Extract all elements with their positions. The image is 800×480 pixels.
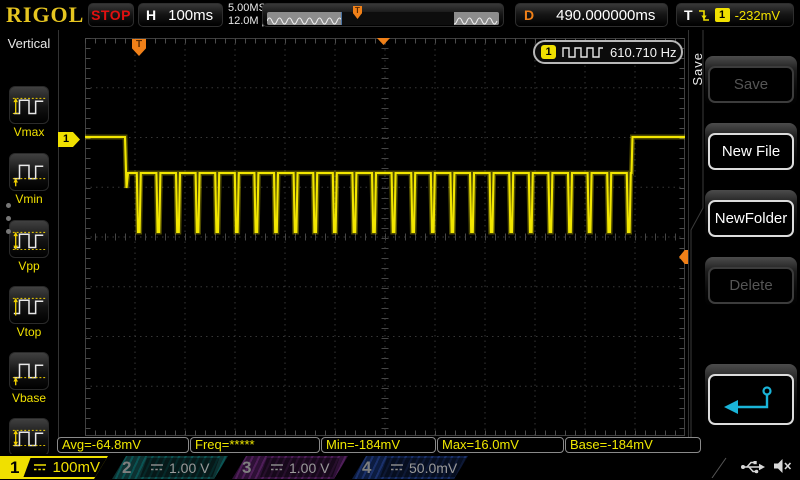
channel-status-bar: 1 100mV 2 1.00 V 3 — [0, 454, 800, 480]
vmax-pulse-icon — [9, 86, 49, 124]
trigger-source-badge: 1 — [715, 8, 730, 22]
run-state-indicator[interactable]: STOP — [88, 3, 134, 27]
dc-coupling-icon — [270, 463, 284, 472]
save-button[interactable]: Save — [705, 56, 797, 106]
delay-box: D 490.000000ms — [515, 3, 668, 27]
trigger-box: T 1 -232mV — [676, 3, 794, 27]
trigger-level-value: -232mV — [735, 8, 781, 23]
dc-coupling-icon — [390, 463, 404, 472]
measurement-max: Max=16.0mV — [437, 437, 564, 453]
oscilloscope-screen: RIGOL STOP H 100ms 5.00MSa/s 12.0M pts T… — [0, 0, 800, 480]
falling-edge-icon — [698, 8, 710, 23]
measure-item-vtop[interactable]: Vtop — [0, 286, 58, 339]
measure-label: Vpp — [0, 259, 58, 273]
graticule-grid — [85, 38, 685, 436]
save-menu: Save Save New File NewFolder Delete — [688, 30, 800, 452]
vamp-pulse-icon — [9, 418, 49, 456]
channel-1-tab[interactable]: 1 100mV — [0, 456, 108, 479]
channel-4-tab[interactable]: 4 50.0mV — [352, 456, 468, 479]
square-wave-icon — [562, 46, 604, 58]
measure-label: Vtop — [0, 325, 58, 339]
vtop-pulse-icon — [9, 286, 49, 324]
speaker-muted-icon — [773, 458, 792, 474]
trigger-label: T — [684, 7, 693, 23]
measure-item-vmax[interactable]: Vmax — [0, 86, 58, 139]
menu-page-dot — [6, 203, 11, 208]
horizontal-timebase-box: H 100ms — [138, 3, 223, 27]
frequency-counter-readout: 1 610.710 Hz — [533, 40, 683, 64]
channel-scale: 100mV — [52, 459, 100, 476]
channel-scale: 1.00 V — [169, 460, 209, 476]
measurement-base: Base=-184mV — [565, 437, 701, 453]
delay-value: 490.000000ms — [556, 7, 655, 24]
measure-item-vbase[interactable]: Vbase — [0, 352, 58, 405]
vertical-measure-menu: Vertical Vmax Vmin — [0, 30, 59, 452]
vpp-pulse-icon — [9, 220, 49, 258]
timebase-value: 100ms — [168, 7, 213, 24]
usb-icon — [740, 459, 765, 474]
dc-coupling-icon — [33, 463, 47, 472]
new-file-button[interactable]: New File — [705, 123, 797, 173]
rigol-logo: RIGOL — [6, 2, 84, 28]
dc-coupling-icon — [150, 463, 164, 472]
measure-label: Vbase — [0, 391, 58, 405]
waveform-display-area — [85, 38, 685, 436]
status-divider — [706, 456, 728, 478]
top-status-bar: RIGOL STOP H 100ms 5.00MSa/s 12.0M pts T… — [0, 0, 800, 30]
measurement-min: Min=-184mV — [321, 437, 436, 453]
measurement-freq: Freq=***** — [190, 437, 320, 453]
new-folder-button[interactable]: NewFolder — [705, 190, 797, 240]
delay-label: D — [524, 7, 534, 23]
menu-back-button[interactable] — [705, 364, 797, 428]
right-menu-title: Save — [690, 52, 704, 86]
channel1-ground-marker[interactable]: 1 — [58, 132, 80, 147]
menu-page-dot — [6, 216, 11, 221]
channel-scale: 1.00 V — [289, 460, 329, 476]
return-arrow-icon — [721, 383, 781, 417]
counter-source-badge: 1 — [541, 45, 556, 59]
channel-3-tab[interactable]: 3 1.00 V — [232, 456, 348, 479]
menu-page-dot — [6, 229, 11, 234]
memory-position-thumbnail[interactable]: T — [262, 3, 504, 27]
vmin-pulse-icon — [9, 153, 49, 191]
channel-scale: 50.0mV — [409, 460, 457, 476]
counter-value: 610.710 Hz — [610, 45, 677, 60]
measurement-avg: Avg=-64.8mV — [57, 437, 189, 453]
measure-item-vmin[interactable]: Vmin — [0, 153, 58, 206]
measure-item-vpp[interactable]: Vpp — [0, 220, 58, 273]
memory-band — [267, 12, 499, 25]
left-menu-title: Vertical — [0, 36, 58, 51]
channel-2-tab[interactable]: 2 1.00 V — [112, 456, 228, 479]
delete-button[interactable]: Delete — [705, 257, 797, 307]
measure-label: Vmax — [0, 125, 58, 139]
horizontal-label: H — [146, 7, 156, 23]
vbase-pulse-icon — [9, 352, 49, 390]
